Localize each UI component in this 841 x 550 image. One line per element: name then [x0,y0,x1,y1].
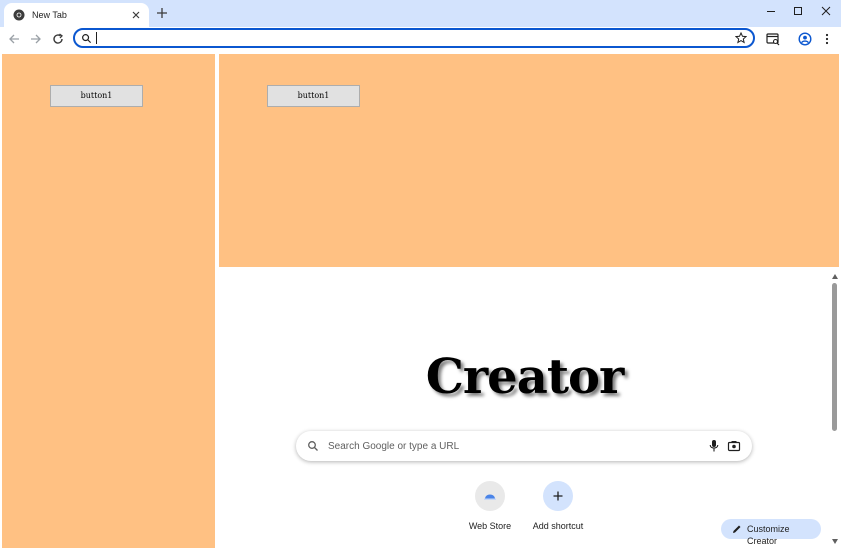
shortcut-label: Add shortcut [532,521,584,531]
customize-button[interactable]: Customize Creator [721,519,821,546]
tab-new-tab[interactable]: New Tab [4,3,149,27]
search-icon [82,34,92,44]
omnibox-input[interactable] [95,31,715,45]
logo: Creator [425,349,625,405]
shortcut-label: Web Store [468,521,512,531]
omnibox[interactable] [73,28,755,48]
camera-icon[interactable] [727,439,741,453]
left-panel: button1 [2,54,215,548]
close-window-icon[interactable] [815,3,837,19]
customize-label: Customize Creator [747,524,790,546]
maximize-icon[interactable] [787,3,809,19]
tab-strip: New Tab [0,0,841,27]
toolbar [0,27,841,52]
scrollbar-thumb[interactable] [832,283,837,431]
profile-icon[interactable] [797,31,813,47]
ntp-search-box[interactable] [296,431,752,461]
scrollbar[interactable] [830,271,840,548]
plus-icon [543,481,573,511]
microphone-icon[interactable] [708,439,720,453]
forward-arrow-icon[interactable] [28,31,44,47]
pencil-icon [733,525,741,533]
new-tab-plus-icon[interactable] [154,5,170,21]
left-panel-button[interactable]: button1 [50,85,143,107]
shortcut-add[interactable]: Add shortcut [523,481,593,532]
shortcut-web-store[interactable]: Web Store [455,481,525,532]
minimize-icon[interactable] [760,3,782,19]
tab-title: New Tab [32,10,67,20]
tab-search-icon[interactable] [765,31,781,47]
web-store-icon [475,481,505,511]
scroll-up-arrow-icon[interactable] [832,274,838,279]
search-icon [308,441,318,451]
star-icon[interactable] [735,32,747,44]
scroll-down-arrow-icon[interactable] [832,539,838,544]
top-panel-button[interactable]: button1 [267,85,360,107]
close-icon[interactable] [129,8,143,22]
reload-icon[interactable] [50,31,66,47]
new-tab-page: Creator Web Store [219,271,830,548]
ntp-search-input[interactable] [328,439,688,453]
chrome-icon [13,9,25,21]
text-caret [96,32,97,44]
top-panel: button1 [219,54,839,267]
kebab-menu-icon[interactable] [819,31,835,47]
back-arrow-icon[interactable] [6,31,22,47]
